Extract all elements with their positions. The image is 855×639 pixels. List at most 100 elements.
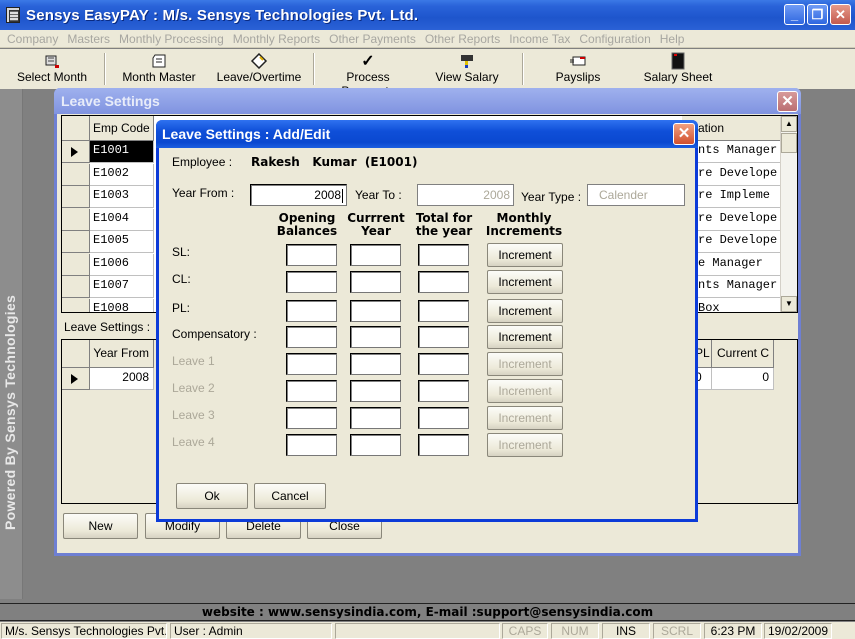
row-header[interactable] [62,186,90,208]
leave-1-total-input[interactable] [418,353,469,375]
menu-masters[interactable]: Masters [67,32,110,46]
leave-4-increment-button[interactable]: Increment [487,433,563,457]
row-pointer-icon [71,147,78,157]
row-header[interactable] [62,163,90,186]
cell-year-from[interactable]: 2008 [90,368,154,390]
row-header[interactable] [62,276,90,298]
cell-emp-code[interactable]: E1008 [90,298,154,312]
sl-increment-button[interactable]: Increment [487,243,563,267]
status-time: 6:23 PM [704,623,762,639]
scroll-up-icon[interactable]: ▲ [781,116,797,132]
ok-button[interactable]: Ok [176,483,248,509]
menu-other-payments[interactable]: Other Payments [329,32,416,46]
leave-label-pl: PL: [172,301,191,315]
toolbar-month-master[interactable]: Month Master [118,52,200,84]
minimize-button[interactable]: _ [784,4,805,25]
pl-increment-button[interactable]: Increment [487,299,563,323]
leave-3-opening-input[interactable] [286,407,337,429]
employee-grid-scrollbar[interactable]: ▲ ▼ [780,116,797,312]
restore-button[interactable]: ❐ [807,4,828,25]
row-header[interactable] [62,253,90,276]
header-opening-balances: Opening Balances [276,211,338,238]
grid-corner [62,340,90,368]
pl-current-input[interactable] [350,300,401,322]
row-header[interactable] [62,141,90,163]
new-button[interactable]: New [63,513,138,539]
menu-configuration[interactable]: Configuration [579,32,650,46]
compensatory-increment-button[interactable]: Increment [487,325,563,349]
year-to-input[interactable]: 2008 [417,184,514,206]
cell-emp-code[interactable]: E1005 [90,231,154,253]
new-button-label: New [88,519,113,533]
leave-1-opening-input[interactable] [286,353,337,375]
column-header-emp-code[interactable]: Emp Code [90,116,154,141]
leave-label-leave-3: Leave 3 [172,408,215,422]
row-header[interactable] [62,208,90,231]
menu-monthly-processing[interactable]: Monthly Processing [119,32,224,46]
leave-4-current-input[interactable] [350,434,401,456]
cl-total-input[interactable] [418,271,469,293]
cell-emp-code[interactable]: E1006 [90,253,154,276]
cell-emp-code[interactable]: E1007 [90,276,154,298]
toolbar-leave-overtime[interactable]: Leave/Overtime [214,52,304,84]
row-header[interactable] [62,368,90,390]
leave-3-current-input[interactable] [350,407,401,429]
leave-label-cl: CL: [172,272,191,286]
cell-current[interactable]: 0 [712,368,774,390]
toolbar-select-month[interactable]: Select Month [14,52,90,84]
cell-emp-code[interactable]: E1002 [90,163,154,186]
dialog-close-button[interactable]: ✕ [673,123,695,145]
column-header-current[interactable]: Current C [712,340,774,368]
menu-income-tax[interactable]: Income Tax [509,32,570,46]
compensatory-current-input[interactable] [350,326,401,348]
leave-2-total-input[interactable] [418,380,469,402]
compensatory-opening-input[interactable] [286,326,337,348]
status-blank [335,623,500,639]
menu-other-reports[interactable]: Other Reports [425,32,500,46]
row-header[interactable] [62,298,90,312]
leave-settings-title: Leave Settings [61,93,160,109]
cancel-button[interactable]: Cancel [254,483,326,509]
leave-4-total-input[interactable] [418,434,469,456]
scroll-thumb[interactable] [781,133,797,153]
menu-help[interactable]: Help [660,32,685,46]
leave-3-total-input[interactable] [418,407,469,429]
year-from-input[interactable]: 2008 [250,184,347,206]
sl-current-input[interactable] [350,244,401,266]
leave-settings-close-button[interactable]: ✕ [777,91,798,112]
leave-1-increment-button[interactable]: Increment [487,352,563,376]
row-header[interactable] [62,231,90,253]
leave-label-leave-1: Leave 1 [172,354,215,368]
leave-2-current-input[interactable] [350,380,401,402]
close-app-button[interactable]: ✕ [830,4,851,25]
cl-opening-input[interactable] [286,271,337,293]
toolbar-salary-sheet[interactable]: Salary Sheet [638,52,718,84]
year-type-input[interactable]: Calender [587,184,685,206]
leave-4-opening-input[interactable] [286,434,337,456]
leave-2-increment-button[interactable]: Increment [487,379,563,403]
toolbar-payslips[interactable]: Payslips [546,52,610,84]
pl-opening-input[interactable] [286,300,337,322]
cell-emp-code[interactable]: E1003 [90,186,154,208]
scroll-down-icon[interactable]: ▼ [781,296,797,312]
close-icon: ✕ [781,92,794,110]
header-current-year: Currrent Year [347,211,405,238]
sheet-icon [638,52,718,70]
website-bar: website : www.sensysindia.com, E-mail :s… [0,603,855,621]
toolbar-view-salary[interactable]: View Salary [432,52,502,84]
pl-total-input[interactable] [418,300,469,322]
menu-monthly-reports[interactable]: Monthly Reports [233,32,320,46]
sl-total-input[interactable] [418,244,469,266]
cl-current-input[interactable] [350,271,401,293]
cell-emp-code[interactable]: E1004 [90,208,154,231]
compensatory-total-input[interactable] [418,326,469,348]
cl-increment-button[interactable]: Increment [487,270,563,294]
status-date: 19/02/2009 [764,623,832,639]
menu-company[interactable]: Company [7,32,58,46]
leave-3-increment-button[interactable]: Increment [487,406,563,430]
column-header-year-from[interactable]: Year From [90,340,154,368]
leave-1-current-input[interactable] [350,353,401,375]
cell-emp-code[interactable]: E1001 [90,141,154,163]
leave-2-opening-input[interactable] [286,380,337,402]
sl-opening-input[interactable] [286,244,337,266]
